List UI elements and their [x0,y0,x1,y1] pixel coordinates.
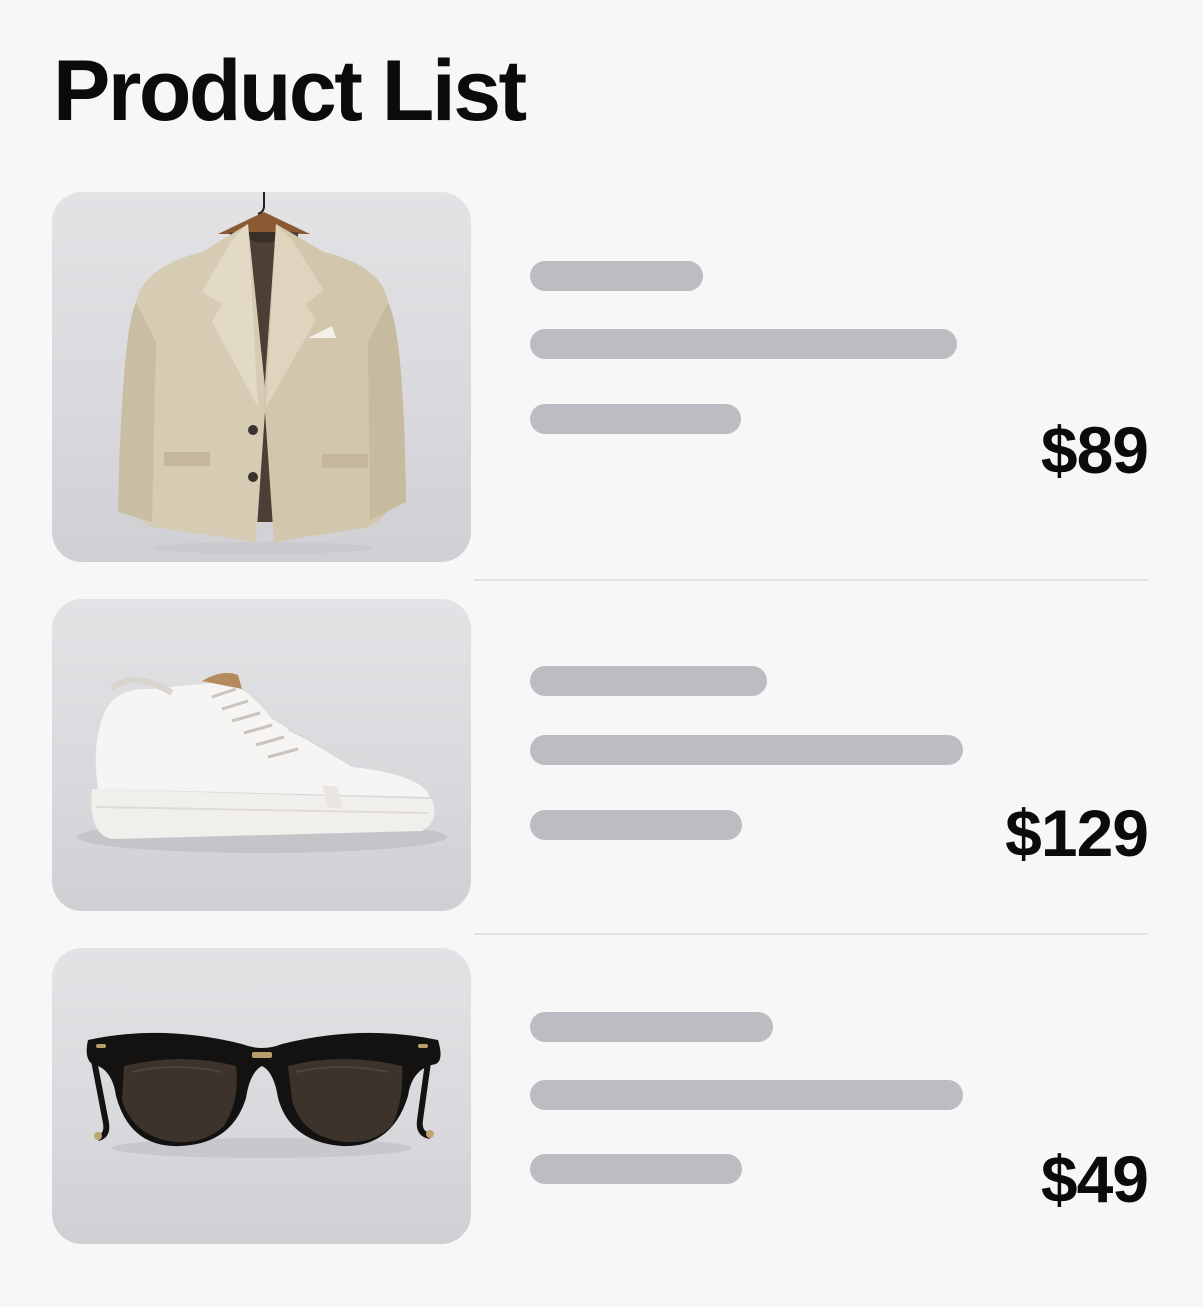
product-name-placeholder [530,1012,773,1042]
page-title: Product List [53,43,527,139]
product-description-placeholder [530,735,963,765]
product-name-placeholder [530,261,703,291]
product-description-placeholder [530,329,957,359]
product-price: $49 [1040,1142,1149,1216]
product-image[interactable] [52,599,471,911]
divider [474,933,1148,935]
product-meta-placeholder [530,810,742,840]
product-image[interactable] [52,192,471,562]
divider [474,579,1148,581]
product-price: $89 [1040,413,1149,487]
sunglasses-icon [86,1032,441,1158]
product-description-placeholder [530,1080,963,1110]
product-meta-placeholder [530,1154,742,1184]
product-meta-placeholder [530,404,741,434]
sneaker-icon [77,673,447,853]
product-price: $129 [1005,796,1149,870]
product-image[interactable] [52,948,471,1244]
product-name-placeholder [530,666,767,696]
blazer-icon [118,192,406,554]
product-list-page: Product List $89 $129 $49 [0,0,1203,1307]
